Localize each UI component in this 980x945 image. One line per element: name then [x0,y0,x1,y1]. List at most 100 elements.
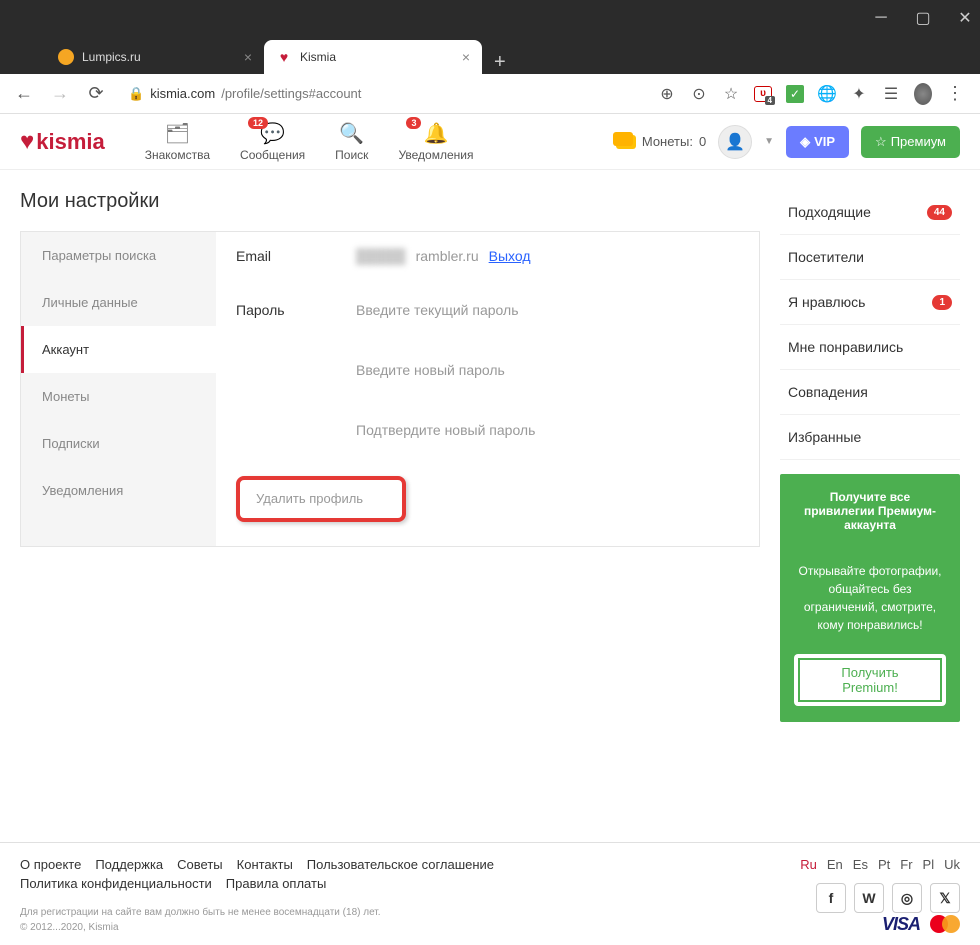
back-button[interactable]: ← [10,80,38,108]
close-tab-icon[interactable]: × [462,49,470,65]
vip-button[interactable]: ◈ VIP [786,126,849,158]
profile-menu[interactable]: 👤 [718,125,752,159]
extension-icon[interactable]: ✓ [786,85,804,103]
vip-label: VIP [814,134,835,149]
nav-label: Знакомства [145,148,210,162]
footer-link-payment[interactable]: Правила оплаты [226,876,327,891]
logout-link[interactable]: Выход [489,248,531,264]
lang-es[interactable]: Es [853,857,868,872]
maximize-button[interactable]: ▢ [916,11,930,25]
reload-button[interactable]: ⟳ [82,80,110,108]
legal-copyright: © 2012...2020, Kismia [20,920,960,935]
sidebar-item-favorites[interactable]: Избранные [780,415,960,460]
user-icon: 👤 [725,132,745,152]
nav-label: Сообщения [240,148,305,162]
extensions-icon[interactable]: ✦ [850,85,868,103]
twitter-icon[interactable]: 𝕏 [930,883,960,913]
sidebar-item-coincidences[interactable]: Совпадения [780,370,960,415]
footer-link-agreement[interactable]: Пользовательское соглашение [307,857,494,872]
ublock-extension-icon[interactable]: υ4 [754,86,772,102]
favicon-icon [58,49,74,65]
tab-search-params[interactable]: Параметры поиска [21,232,216,279]
header-right: Монеты: 0 👤 ▼ ◈ VIP ☆ Премиум [616,125,960,159]
tab-title: Lumpics.ru [82,50,141,64]
coins-icon [616,135,636,149]
globe-extension-icon[interactable]: 🌐 [818,85,836,103]
tab-subscriptions[interactable]: Подписки [21,420,216,467]
nav-label: Уведомления [398,148,473,162]
email-domain: rambler.ru [416,248,479,264]
close-window-button[interactable]: ✕ [958,11,972,25]
minimize-button[interactable]: ─ [874,11,888,25]
favicon-icon: ♥ [276,49,292,65]
search-icon: 🔍 [339,121,364,146]
lock-icon: 🔒 [128,86,144,102]
mastercard-logo [930,915,960,935]
close-tab-icon[interactable]: × [244,49,252,65]
footer-link-contacts[interactable]: Контакты [237,857,293,872]
sidebar-item-visitors[interactable]: Посетители [780,235,960,280]
lang-pt[interactable]: Pt [878,857,890,872]
menu-button[interactable]: ⋮ [946,85,964,103]
lang-fr[interactable]: Fr [900,857,912,872]
lang-en[interactable]: En [827,857,843,872]
star-icon[interactable]: ☆ [722,85,740,103]
tab-personal-data[interactable]: Личные данные [21,279,216,326]
footer-link-support[interactable]: Поддержка [95,857,163,872]
current-password-input[interactable]: Введите текущий пароль [356,296,739,324]
footer-link-about[interactable]: О проекте [20,857,81,872]
footer-link-privacy[interactable]: Политика конфиденциальности [20,876,212,891]
instagram-icon[interactable]: ◎ [892,883,922,913]
url-domain: kismia.com [150,86,215,101]
sidebar-item-matches[interactable]: Подходящие 44 [780,190,960,235]
new-tab-button[interactable]: + [482,51,518,74]
browser-tab-kismia[interactable]: ♥ Kismia × [264,40,482,74]
forward-button[interactable]: → [46,80,74,108]
reading-list-icon[interactable]: ☰ [882,85,900,103]
url-field[interactable]: 🔒 kismia.com/profile/settings#account [118,86,650,102]
tab-coins[interactable]: Монеты [21,373,216,420]
browser-chrome: ─ ▢ ✕ Lumpics.ru × ♥ Kismia × + [0,0,980,74]
lang-pl[interactable]: Pl [923,857,935,872]
badge: 1 [932,295,952,310]
window-title-bar: ─ ▢ ✕ [0,0,980,36]
sidebar-item-label: Подходящие [788,204,871,220]
heart-icon: ♥ [20,128,34,156]
email-value-group: █████rambler.ru Выход [356,248,739,264]
sidebar-item-i-like[interactable]: Я нравлюсь 1 [780,280,960,325]
nav-notifications[interactable]: 3 🔔 Уведомления [398,121,473,162]
logo[interactable]: ♥ kismia [20,128,105,156]
browser-tab-lumpics[interactable]: Lumpics.ru × [46,40,264,74]
sidebar-item-liked-me[interactable]: Мне понравились [780,325,960,370]
premium-button[interactable]: ☆ Премиум [861,126,960,158]
nav-messages[interactable]: 12 💬 Сообщения [240,121,305,162]
email-label: Email [236,248,356,264]
get-premium-button[interactable]: Получить Premium! [794,654,946,706]
nav-dating[interactable]: 🗂 Знакомства [145,121,210,162]
star-icon: ☆ [875,134,887,150]
nav-search[interactable]: 🔍 Поиск [335,121,368,162]
password-row: Пароль Введите текущий пароль [216,280,759,340]
delete-profile-link[interactable]: Удалить профиль [256,491,363,506]
zoom-icon[interactable]: ⊕ [658,85,676,103]
facebook-icon[interactable]: f [816,883,846,913]
promo-title: Получите все привилегии Премиум-аккаунта [794,490,946,532]
chevron-down-icon[interactable]: ▼ [764,136,774,147]
badge: 44 [927,205,952,220]
vk-icon[interactable]: W [854,883,884,913]
site-header: ♥ kismia 🗂 Знакомства 12 💬 Сообщения 🔍 П… [0,114,980,170]
confirm-password-input[interactable]: Подтвердите новый пароль [356,416,739,444]
lang-uk[interactable]: Uk [944,857,960,872]
social-links: f W ◎ 𝕏 [816,883,960,913]
search-icon[interactable]: ⊙ [690,85,708,103]
tab-account[interactable]: Аккаунт [21,326,216,373]
lang-ru[interactable]: Ru [800,857,817,872]
footer-link-tips[interactable]: Советы [177,857,222,872]
toolbar-icons: ⊕ ⊙ ☆ υ4 ✓ 🌐 ✦ ☰ ⋮ [658,85,970,103]
cards-icon: 🗂 [165,121,190,146]
coins-counter[interactable]: Монеты: 0 [616,134,706,149]
tab-notifications[interactable]: Уведомления [21,467,216,514]
address-bar: ← → ⟳ 🔒 kismia.com/profile/settings#acco… [0,74,980,114]
profile-avatar-icon[interactable] [914,85,932,103]
new-password-input[interactable]: Введите новый пароль [356,356,739,384]
